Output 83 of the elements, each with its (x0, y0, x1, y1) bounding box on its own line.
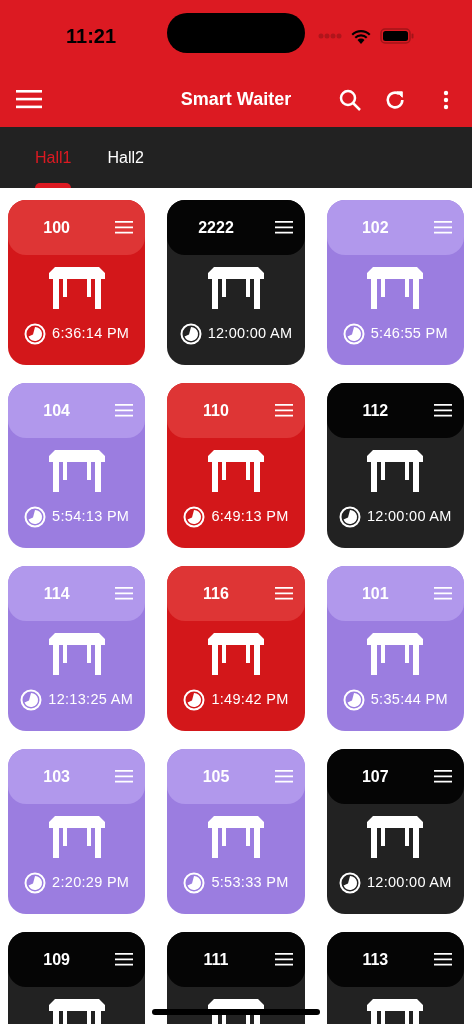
table-icon (208, 267, 264, 309)
clock-icon (24, 323, 47, 345)
table-card[interactable]: 112 12:00:00 AM (326, 383, 464, 548)
clock-icon (179, 323, 202, 345)
clock-icon (342, 323, 365, 345)
table-icon (48, 816, 105, 858)
hall-tab[interactable]: Hall2 (107, 127, 144, 188)
table-time: 5:35:44 PM (370, 690, 448, 710)
table-card[interactable]: 101 5:35:44 PM (326, 566, 464, 731)
menu-icon[interactable] (115, 953, 134, 966)
table-number: 111 (202, 949, 230, 970)
table-icon (367, 633, 424, 675)
refresh-icon[interactable] (384, 88, 406, 111)
table-number: 107 (360, 766, 390, 787)
table-icon (48, 450, 105, 492)
clock-icon (183, 689, 206, 711)
table-number: 104 (42, 400, 71, 421)
clock-icon (338, 506, 361, 528)
table-icon (208, 633, 264, 675)
clock-icon (338, 872, 361, 894)
table-icon (367, 267, 424, 309)
table-time: 5:46:55 PM (370, 324, 448, 344)
table-number: 110 (202, 400, 230, 421)
menu-icon[interactable] (274, 953, 293, 966)
clock-time: 11:21 (66, 24, 117, 49)
table-number: 116 (202, 583, 230, 604)
table-time: 6:49:13 PM (211, 507, 289, 527)
clock-icon (24, 872, 47, 894)
table-number: 112 (361, 400, 390, 421)
table-card[interactable]: 105 5:53:33 PM (167, 749, 305, 914)
clock-icon (342, 689, 365, 711)
table-card[interactable]: 114 12:13:25 AM (8, 566, 146, 731)
wifi-icon (350, 28, 372, 44)
menu-icon[interactable] (434, 404, 452, 417)
table-card[interactable]: 100 6:36:14 PM (8, 200, 146, 365)
table-time: 6:36:14 PM (52, 324, 130, 344)
table-time: 5:53:33 PM (211, 873, 289, 893)
table-icon (48, 633, 105, 675)
more-icon[interactable] (442, 89, 450, 110)
table-number: 113 (361, 949, 390, 970)
table-time: 12:00:00 AM (366, 873, 452, 893)
table-card[interactable]: 2222 12:00:00 AM (167, 200, 305, 365)
table-number: 105 (201, 766, 231, 787)
clock-icon (183, 872, 206, 894)
battery-icon (380, 28, 414, 44)
table-number: 102 (360, 217, 390, 238)
clock-icon (183, 506, 206, 528)
table-number: 114 (42, 583, 71, 604)
table-time: 12:00:00 AM (207, 324, 293, 344)
table-icon (208, 816, 264, 858)
table-number: 2222 (197, 217, 235, 238)
table-number: 103 (42, 766, 71, 787)
table-card[interactable]: 113 (326, 932, 464, 1024)
app-title: Smart Waiter (180, 88, 292, 111)
table-card[interactable]: 116 1:49:42 PM (167, 566, 305, 731)
table-time: 5:54:13 PM (52, 507, 130, 527)
table-card[interactable]: 103 2:20:29 PM (8, 749, 146, 914)
tab-indicator (35, 183, 72, 188)
table-card[interactable]: 109 (8, 932, 146, 1024)
table-number: 101 (360, 583, 390, 604)
signal-icon (318, 33, 342, 39)
table-number: 100 (42, 217, 71, 238)
menu-icon[interactable] (434, 953, 452, 966)
clock-icon (20, 689, 43, 711)
table-icon (367, 816, 424, 858)
table-card[interactable]: 104 5:54:13 PM (8, 383, 146, 548)
table-time: 1:49:42 PM (211, 690, 289, 710)
table-card[interactable]: 111 (167, 932, 305, 1024)
table-icon (367, 450, 424, 492)
table-icon (48, 267, 105, 309)
table-card[interactable]: 110 6:49:13 PM (167, 383, 305, 548)
menu-icon[interactable] (434, 770, 452, 783)
table-card[interactable]: 107 12:00:00 AM (326, 749, 464, 914)
table-number: 109 (42, 949, 71, 970)
table-card[interactable]: 102 5:46:55 PM (326, 200, 464, 365)
search-icon[interactable] (338, 87, 362, 112)
table-time: 12:13:25 AM (48, 690, 134, 710)
hall-tab[interactable]: Hall1 (35, 127, 72, 188)
table-time: 12:00:00 AM (366, 507, 452, 527)
menu-icon[interactable] (274, 221, 293, 234)
clock-icon (24, 506, 47, 528)
table-icon (208, 450, 264, 492)
table-time: 2:20:29 PM (52, 873, 130, 893)
